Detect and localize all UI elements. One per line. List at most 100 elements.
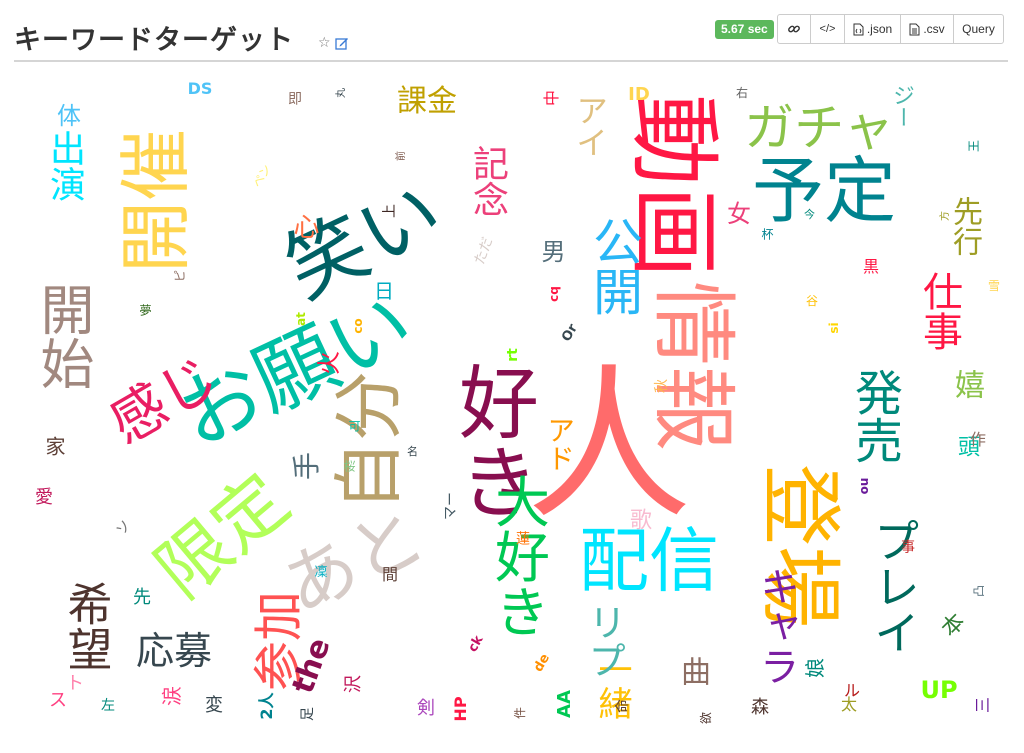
cloud-word: 事 (899, 539, 915, 553)
cloud-word: ck (465, 633, 487, 655)
cloud-word: 涙 (160, 686, 184, 706)
cloud-word: ソ (113, 517, 135, 539)
cloud-word: de (530, 651, 554, 675)
cloud-word: 配信 (579, 520, 719, 602)
code-icon: </> (819, 23, 836, 35)
cloud-word: 娘 (803, 658, 827, 678)
cloud-word: 凜 (311, 564, 327, 578)
cloud-word: HP (451, 696, 470, 722)
cloud-word: 開始 (31, 282, 94, 390)
cloud-word: 凸 (972, 584, 986, 598)
cloud-word: 開催 (114, 128, 198, 274)
cloud-word: 秋 (654, 379, 670, 393)
cloud-word: DS (187, 79, 213, 98)
cloud-word: 作 (967, 431, 986, 447)
cloud-word: 黒 (860, 258, 879, 274)
csv-label: .csv (923, 22, 945, 36)
cloud-word: 嬉 (949, 369, 984, 399)
cloud-word: ペン (249, 162, 275, 190)
cloud-word: 体 (57, 102, 81, 130)
cloud-word: 桜 (342, 460, 356, 472)
cloud-word: 剣 (417, 698, 435, 719)
cloud-word: 予定 (751, 149, 897, 233)
cloud-word: at (294, 312, 308, 326)
cloud-word: 先 (133, 587, 151, 608)
cloud-word: 谷 (805, 294, 819, 308)
cloud-word: リプ (582, 603, 626, 679)
cloud-word: ル (843, 681, 861, 700)
cloud-word: 家 (42, 436, 66, 456)
star-icon[interactable]: ☆ (318, 36, 331, 50)
cloud-word: 女 (727, 200, 751, 228)
cloud-word: 足 (300, 707, 316, 721)
cloud-word: rt (505, 348, 521, 362)
cloud-word: アイ (571, 94, 609, 158)
cloud-word: 愛 (32, 487, 53, 505)
page-title: キーワードターゲット (14, 25, 294, 56)
cloud-word: ただ (471, 235, 497, 267)
cloud-word: アド (543, 416, 576, 472)
cloud-word: 手 (290, 451, 323, 481)
cloud-word: 雪 (987, 279, 1001, 293)
cloud-word: 応募 (135, 629, 213, 673)
cloud-word: 歌 (626, 508, 651, 530)
cloud-word: UP (920, 676, 958, 704)
cloud-word: 情報 (642, 280, 742, 452)
cloud-word: 本 (937, 609, 971, 643)
cloud-word: 今 (802, 208, 816, 220)
cloud-word: ト (66, 673, 84, 694)
cloud-word: プレイ (867, 517, 921, 655)
cloud-word: 希望 (59, 581, 113, 671)
cloud-word: 蓮 (514, 531, 530, 545)
csv-download-button[interactable]: .csv (900, 14, 954, 44)
cloud-word: 2人 (257, 692, 276, 720)
file-code-icon (853, 23, 864, 35)
cloud-word: ou (857, 477, 871, 495)
cloud-word: 心 (289, 213, 319, 239)
cloud-word: Or (559, 321, 581, 345)
query-button[interactable]: Query (953, 14, 1004, 44)
cloud-word: 火 (315, 351, 343, 375)
cloud-word: 名 (405, 445, 419, 457)
cloud-word: 発売 (846, 368, 902, 464)
link-icon (788, 25, 800, 33)
embed-button[interactable]: </> (810, 14, 845, 44)
cloud-word: 先行 (947, 196, 982, 256)
link-button[interactable] (777, 14, 811, 44)
file-text-icon (909, 23, 920, 35)
cloud-word: 夢 (138, 304, 152, 316)
header-divider (14, 60, 1008, 62)
cloud-word: 自分 (328, 371, 410, 511)
cloud-word: 仕事 (916, 271, 962, 351)
cloud-word: 男 (537, 239, 565, 263)
cloud-word: 森 (751, 697, 769, 718)
cloud-word: 課金 (397, 84, 457, 119)
cloud-word: 沢 (343, 675, 364, 693)
cloud-word: 件 (513, 706, 527, 720)
cloud-word: 上 (382, 204, 398, 218)
cloud-word: 公開 (585, 216, 643, 316)
json-download-button[interactable]: .json (844, 14, 901, 44)
cloud-word: 記念 (467, 145, 508, 217)
cloud-word: ジー (889, 84, 914, 128)
cloud-word: マー (443, 492, 459, 520)
edit-icon[interactable] (334, 36, 349, 50)
cloud-word: ガチャ (744, 99, 894, 157)
cloud-word: AA (554, 690, 575, 718)
cloud-word: ス (49, 690, 67, 711)
json-label: .json (866, 22, 893, 36)
cloud-word: 日 (374, 279, 394, 303)
cloud-word: 左 (101, 698, 115, 714)
execution-time-badge: 5.67 sec (715, 20, 774, 39)
cloud-word: 中 (542, 89, 561, 107)
cloud-word: ID (628, 84, 650, 105)
cloud-word: 命 (615, 699, 631, 713)
cloud-word: 出演 (44, 130, 85, 202)
cloud-word: キャラ (753, 566, 799, 686)
cloud-word: 大好き (485, 473, 550, 639)
cloud-word: 変 (205, 695, 223, 716)
cloud-word: cq (547, 286, 561, 302)
cloud-word: 丸 (336, 88, 347, 98)
cloud-word: 右 (735, 86, 749, 100)
cloud-word: 三 (973, 696, 992, 714)
